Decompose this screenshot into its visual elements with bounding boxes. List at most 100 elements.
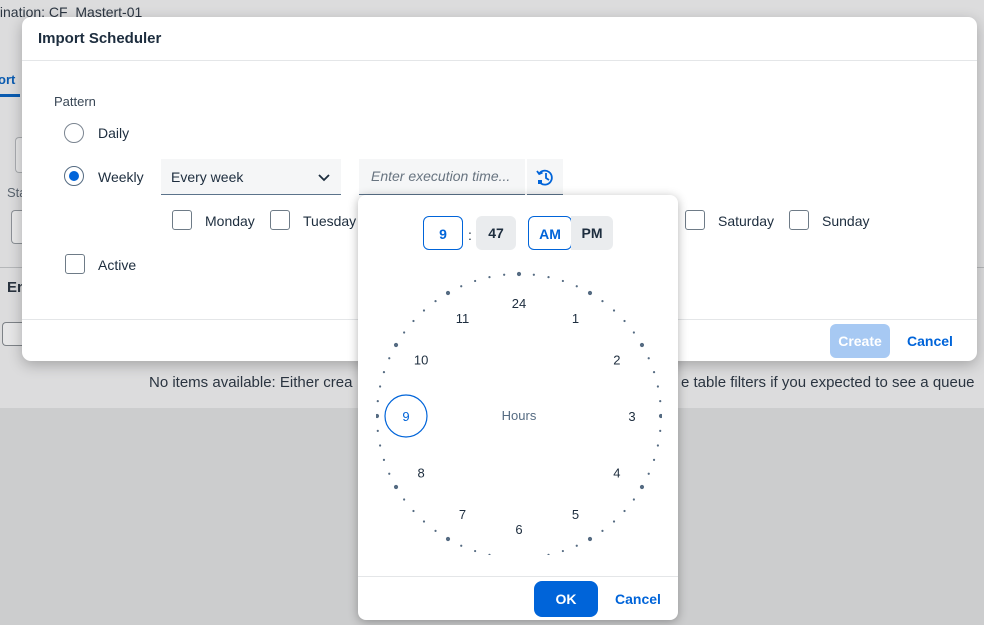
time-entry-icon: [536, 169, 553, 186]
clock-minor-tick: [403, 331, 406, 334]
clock-minor-tick: [474, 279, 477, 283]
clock-minor-tick: [601, 529, 604, 532]
clock-hour-3[interactable]: 3: [628, 409, 635, 424]
clock-hour-9[interactable]: 9: [402, 409, 409, 424]
clock-minor-tick: [376, 429, 379, 432]
clock-minor-tick: [488, 276, 491, 279]
picker-cancel-button[interactable]: Cancel: [606, 581, 670, 617]
clock-minor-tick: [422, 309, 426, 312]
clock-minor-tick: [659, 400, 662, 403]
ok-button[interactable]: OK: [534, 581, 598, 617]
time-separator: :: [468, 227, 472, 243]
clock-minor-tick: [376, 400, 379, 403]
active-label: Active: [98, 257, 137, 273]
hours-clock-dial[interactable]: 24 1 2 3 4 5 6 7 8 9 10 11 Hours: [376, 265, 662, 555]
dialog-title: Import Scheduler: [38, 30, 162, 47]
clock-minor-tick: [632, 498, 635, 501]
saturday-checkbox[interactable]: [685, 210, 705, 230]
clock-minor-tick: [612, 520, 616, 523]
clock-minor-tick: [547, 553, 550, 555]
clock-minor-tick: [575, 544, 578, 547]
weekly-label: Weekly: [98, 169, 144, 185]
clock-minor-tick: [561, 279, 564, 283]
active-checkbox[interactable]: [65, 254, 85, 274]
clock-hour-7[interactable]: 7: [459, 507, 466, 522]
tuesday-label: Tuesday: [303, 213, 357, 229]
weekly-radio[interactable]: [64, 166, 84, 186]
am-button[interactable]: AM: [528, 216, 572, 250]
execution-time-field[interactable]: [359, 159, 525, 195]
saturday-label: Saturday: [718, 213, 775, 229]
clock-minor-tick: [632, 331, 635, 334]
clock-minor-tick: [575, 285, 578, 288]
create-button[interactable]: Create: [830, 324, 890, 358]
clock-minor-tick: [460, 544, 463, 547]
clock-major-tick: [393, 342, 399, 348]
clock-minor-tick: [612, 309, 616, 312]
weekly-radio-dot: [69, 171, 79, 181]
clock-minor-tick: [561, 549, 564, 553]
clock-minor-tick: [656, 444, 659, 447]
clock-hour-11[interactable]: 11: [456, 311, 470, 326]
clock-minor-tick: [379, 444, 382, 447]
clock-minor-tick: [532, 273, 535, 276]
clock-minor-tick: [659, 429, 662, 432]
clock-minor-tick: [656, 385, 659, 388]
clock-major-tick: [376, 413, 380, 419]
clock-hour-24[interactable]: 24: [512, 296, 526, 311]
monday-label: Monday: [205, 213, 255, 229]
dialog-header-divider: [22, 60, 977, 61]
minute-segment[interactable]: 47: [476, 216, 516, 250]
chevron-down-icon: [318, 174, 330, 182]
clock-minor-tick: [474, 549, 477, 553]
cancel-button[interactable]: Cancel: [898, 324, 962, 358]
clock-hour-10[interactable]: 10: [414, 353, 428, 368]
clock-major-tick: [639, 342, 645, 348]
clock-minor-tick: [434, 529, 437, 532]
pm-button[interactable]: PM: [571, 216, 613, 250]
time-picker-button[interactable]: [527, 159, 563, 195]
clock-minor-tick: [379, 385, 382, 388]
background-tab-indicator: [0, 94, 20, 97]
monday-checkbox[interactable]: [172, 210, 192, 230]
frequency-select[interactable]: Every week: [161, 159, 341, 195]
clock-hour-4[interactable]: 4: [613, 466, 620, 481]
clock-minor-tick: [382, 458, 386, 461]
clock-major-tick: [393, 484, 399, 490]
frequency-value: Every week: [171, 169, 244, 185]
sunday-checkbox[interactable]: [789, 210, 809, 230]
clock-major-tick: [516, 271, 522, 277]
clock-hour-6[interactable]: 6: [515, 522, 522, 537]
clock-hour-2[interactable]: 2: [613, 353, 620, 368]
clock-major-tick: [639, 484, 645, 490]
time-picker-popover: 9 : 47 AM PM 24 1 2 3 4 5 6 7 8 9 10 11 Hours OK Ca…: [358, 195, 678, 620]
clock-minor-tick: [547, 276, 550, 279]
clock-minor-tick: [647, 357, 650, 360]
clock-minor-tick: [652, 371, 656, 374]
clock-major-tick: [445, 536, 451, 542]
clock-hour-8[interactable]: 8: [418, 466, 425, 481]
clock-minor-tick: [488, 553, 491, 555]
clock-minor-tick: [652, 458, 656, 461]
pattern-label: Pattern: [54, 94, 96, 109]
clock-hour-1[interactable]: 1: [572, 311, 579, 326]
no-items-text-right: e table filters if you expected to see a…: [681, 374, 975, 391]
clock-minor-tick: [412, 319, 415, 323]
tuesday-checkbox[interactable]: [270, 210, 290, 230]
clock-minor-tick: [388, 472, 391, 475]
clock-minor-tick: [412, 509, 415, 513]
picker-footer-divider: [358, 576, 678, 577]
clock-minor-tick: [388, 357, 391, 360]
background-tab[interactable]: ort: [0, 72, 15, 87]
no-items-text-left: No items available: Either crea: [149, 374, 353, 391]
clock-minor-tick: [623, 319, 626, 323]
clock-major-tick: [587, 290, 593, 296]
clock-hour-5[interactable]: 5: [572, 507, 579, 522]
daily-label: Daily: [98, 125, 130, 141]
clock-minor-tick: [382, 371, 386, 374]
sunday-label: Sunday: [822, 213, 870, 229]
clock-minor-tick: [647, 472, 650, 475]
daily-radio[interactable]: [64, 123, 84, 143]
hour-segment[interactable]: 9: [423, 216, 463, 250]
execution-time-input[interactable]: [359, 159, 525, 193]
